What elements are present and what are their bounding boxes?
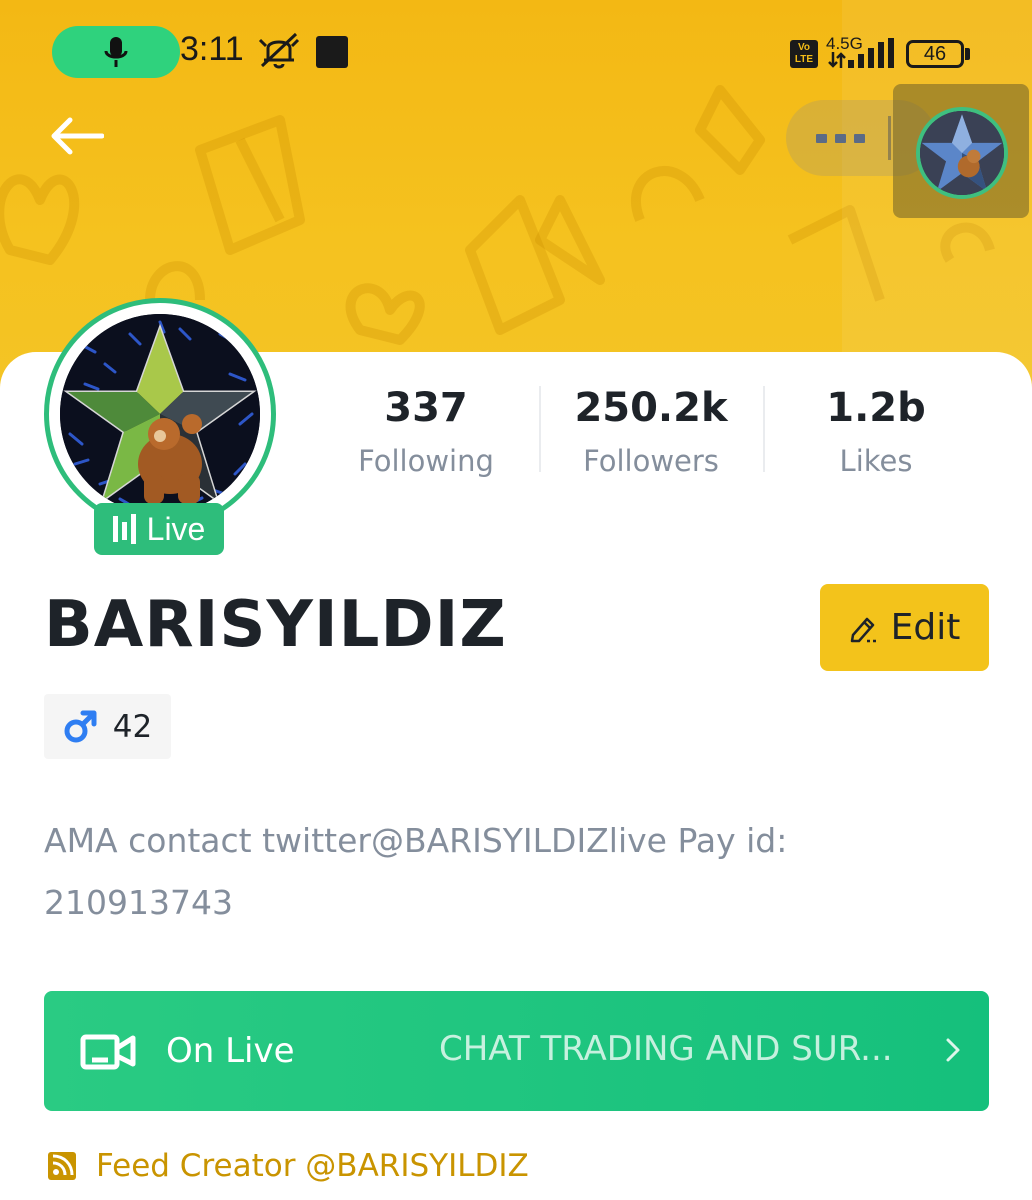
rss-feed-icon	[48, 1152, 76, 1180]
live-bars-icon	[112, 514, 136, 544]
on-live-banner[interactable]: On Live CHAT TRADING AND SUR...	[44, 991, 989, 1111]
following-count: 337	[384, 385, 468, 431]
profile-username: BARISYILDIZ	[44, 588, 507, 662]
age-value: 42	[112, 708, 153, 745]
edit-button-label: Edit	[890, 607, 961, 648]
star-gorilla-avatar-icon	[60, 314, 260, 514]
pill-divider	[888, 116, 891, 160]
followers-count: 250.2k	[574, 385, 728, 431]
more-options-button[interactable]	[800, 108, 880, 168]
likes-count: 1.2b	[826, 385, 926, 431]
following-label: Following	[358, 444, 494, 478]
volte-icon: Vo LTE	[790, 40, 818, 68]
mic-active-indicator[interactable]	[52, 26, 180, 78]
star-avatar-icon	[920, 111, 1004, 195]
signal-strength-icon	[848, 38, 896, 68]
more-dot	[853, 133, 865, 143]
status-time: 3:11	[180, 30, 244, 68]
avatar-image	[60, 314, 260, 514]
data-arrows-icon	[828, 52, 846, 68]
battery-indicator: 46	[906, 40, 964, 68]
muted-bell-icon	[258, 30, 300, 70]
live-stream-title: CHAT TRADING AND SUR...	[439, 1029, 893, 1069]
gender-age-chip: 42	[44, 694, 171, 759]
feed-creator-label: Feed Creator @BARISYILDIZ	[96, 1148, 529, 1184]
header-avatar-button[interactable]	[916, 107, 1008, 199]
edit-pencil-icon	[850, 617, 879, 642]
likes-label: Likes	[839, 444, 913, 478]
edit-profile-button[interactable]: Edit	[820, 584, 989, 671]
stat-divider	[539, 386, 541, 472]
feed-creator-link[interactable]: Feed Creator @BARISYILDIZ	[48, 1146, 529, 1186]
on-live-label: On Live	[166, 1031, 295, 1071]
stat-divider	[763, 386, 765, 472]
profile-bio: AMA contact twitter@BARISYILDIZlive Pay …	[44, 821, 788, 922]
video-camera-icon	[80, 1034, 136, 1070]
live-badge-label: Live	[146, 510, 206, 547]
microphone-icon	[104, 37, 128, 67]
more-dot	[834, 133, 846, 143]
stat-likes[interactable]: 1.2b Likes	[776, 380, 976, 478]
stat-following[interactable]: 337 Following	[326, 380, 526, 478]
profile-avatar[interactable]	[44, 298, 276, 530]
battery-tip	[965, 48, 970, 60]
male-symbol-icon	[64, 710, 97, 742]
live-badge[interactable]: Live	[94, 503, 224, 555]
followers-label: Followers	[583, 444, 719, 478]
screenshot-notification-icon	[316, 36, 348, 68]
arrow-left-icon	[51, 117, 104, 155]
status-bar: 3:11 Vo LTE 4.5G 46	[0, 0, 1032, 100]
back-button[interactable]	[40, 108, 112, 164]
more-horizontal-icon	[815, 133, 827, 143]
chevron-right-icon	[946, 1038, 960, 1062]
stat-followers[interactable]: 250.2k Followers	[551, 380, 751, 478]
